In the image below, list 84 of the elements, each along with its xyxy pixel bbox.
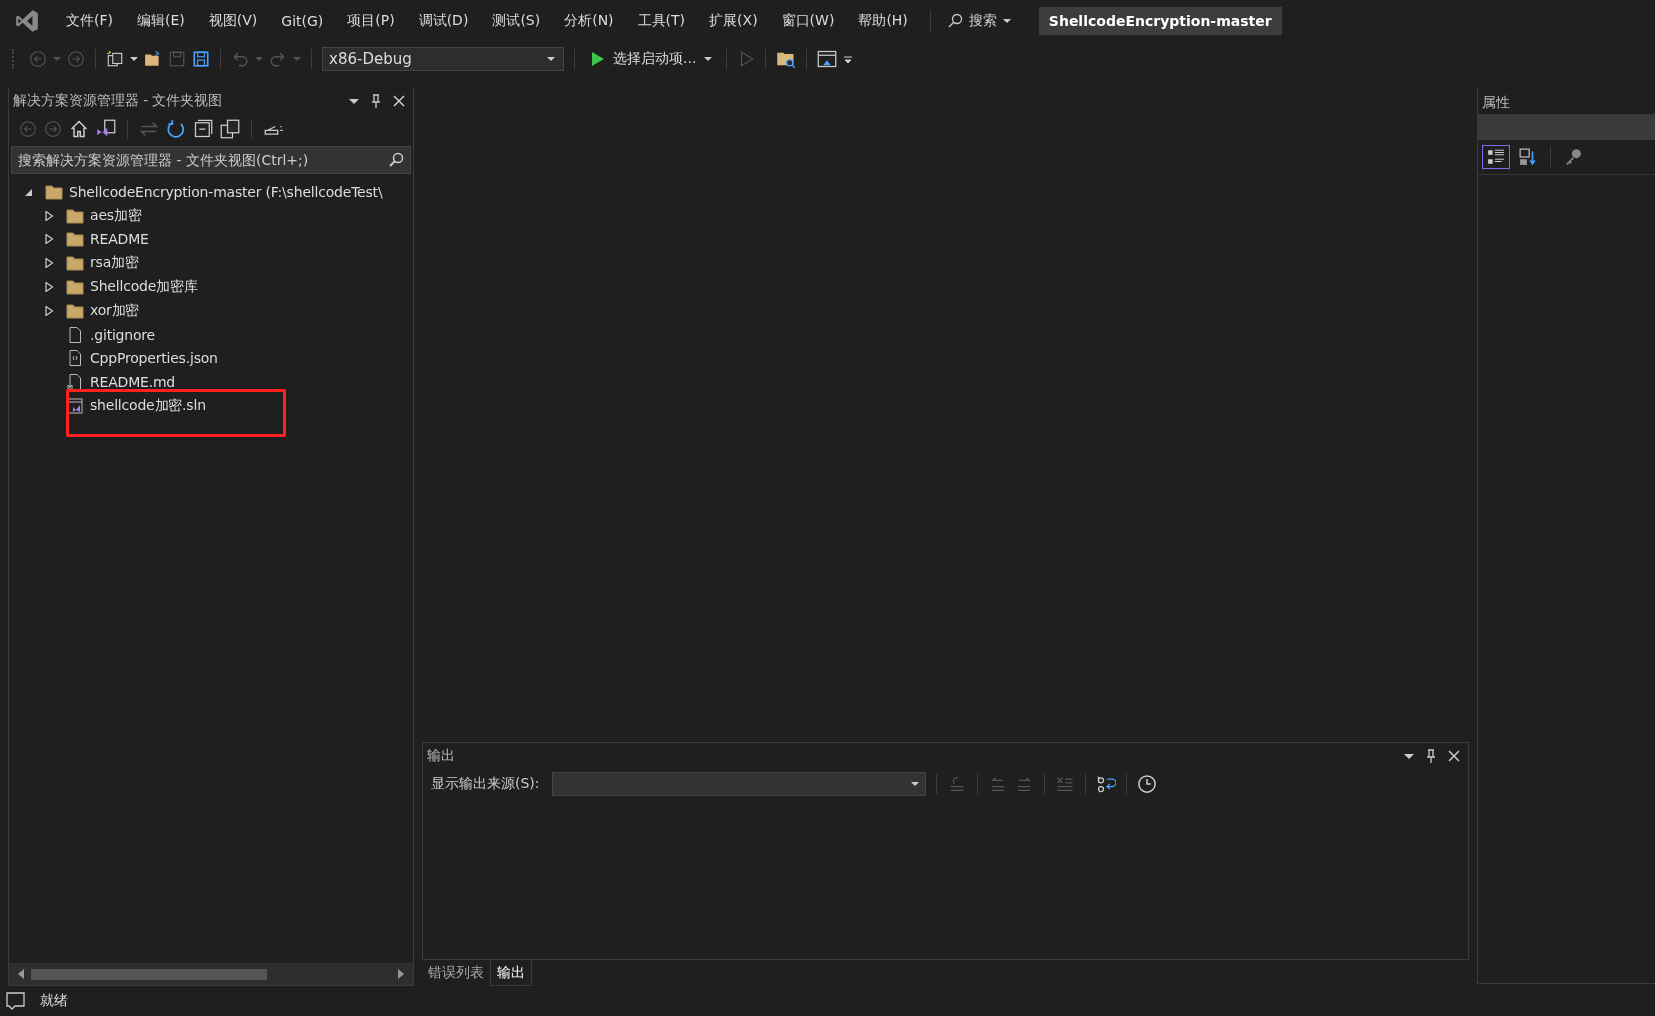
clock-icon[interactable] xyxy=(1136,774,1157,794)
folder-icon xyxy=(66,302,84,319)
tree-item[interactable]: README.md xyxy=(90,374,176,391)
start-button[interactable]: 选择启动项... xyxy=(585,50,717,68)
tree-item[interactable]: Shellcode加密库 xyxy=(90,278,198,297)
menu-item[interactable]: 项目(P) xyxy=(335,12,407,30)
window-layout-icon[interactable] xyxy=(817,49,838,69)
save-all-icon[interactable] xyxy=(192,50,210,68)
menu-item[interactable]: 文件(F) xyxy=(54,12,125,30)
collapsed-arrow-icon[interactable] xyxy=(44,234,54,245)
scroll-right-icon[interactable] xyxy=(397,969,405,979)
menu-item[interactable]: 分析(N) xyxy=(552,12,626,30)
scroll-left-icon[interactable] xyxy=(17,969,25,979)
sort-icon xyxy=(1519,148,1537,166)
menu-item[interactable]: 编辑(E) xyxy=(125,12,197,30)
categorized-button[interactable] xyxy=(1482,145,1510,169)
search-icon xyxy=(946,13,963,29)
pin-icon[interactable] xyxy=(371,94,381,108)
folder-icon xyxy=(45,183,63,200)
collapsed-arrow-icon[interactable] xyxy=(44,210,54,221)
solution-file-icon xyxy=(66,398,84,415)
caret-icon xyxy=(547,55,555,63)
configuration-dropdown[interactable]: x86-Debug xyxy=(322,47,564,71)
panel-tab[interactable]: 输出 xyxy=(490,960,532,986)
play-icon xyxy=(589,51,605,67)
menu-item[interactable]: Git(G) xyxy=(269,13,336,29)
output-source-label: 显示输出来源(S): xyxy=(431,775,540,793)
tree-item[interactable]: xor加密 xyxy=(90,301,140,320)
word-wrap-icon[interactable] xyxy=(1095,774,1116,794)
menu-item[interactable]: 视图(V) xyxy=(196,12,270,30)
pin-icon[interactable] xyxy=(1426,749,1436,763)
tree-item[interactable]: .gitignore xyxy=(90,326,155,343)
notification-icon[interactable] xyxy=(6,991,26,1011)
close-icon[interactable] xyxy=(393,95,405,107)
refresh-icon[interactable] xyxy=(166,119,186,139)
file-icon xyxy=(66,326,84,343)
categorized-list-icon xyxy=(1487,148,1505,166)
search-button[interactable]: 搜索 xyxy=(940,12,1017,30)
menu-item[interactable]: 窗口(W) xyxy=(769,12,847,30)
markdown-file-icon xyxy=(66,374,84,391)
app-logo-icon xyxy=(14,8,40,34)
status-text: 就绪 xyxy=(40,992,68,1010)
horizontal-scrollbar[interactable] xyxy=(9,963,413,985)
folder-icon xyxy=(66,231,84,248)
overflow-icon[interactable] xyxy=(843,54,854,64)
panel-title: 输出 xyxy=(427,747,456,765)
menu-item[interactable]: 扩展(X) xyxy=(697,12,770,30)
switch-views-icon[interactable] xyxy=(96,119,116,139)
caret-icon xyxy=(1002,17,1011,25)
open-folder-icon[interactable] xyxy=(144,50,162,68)
tree-item[interactable]: rsa加密 xyxy=(90,254,139,273)
menu-item[interactable]: 工具(T) xyxy=(625,12,698,30)
folder-icon xyxy=(66,207,84,224)
menu-item[interactable]: 测试(S) xyxy=(480,12,553,30)
collapse-all-icon[interactable] xyxy=(193,119,213,139)
collapsed-arrow-icon[interactable] xyxy=(44,282,54,293)
search-field[interactable]: 搜索解决方案资源管理器 - 文件夹视图(Ctrl+;) xyxy=(11,146,411,174)
tree-item[interactable]: shellcode加密.sln xyxy=(90,397,206,416)
caret-icon xyxy=(704,55,713,63)
key-icon xyxy=(1564,148,1582,166)
close-icon[interactable] xyxy=(1448,750,1460,762)
menu-item[interactable]: 调试(D) xyxy=(406,12,481,30)
folder-icon xyxy=(66,279,84,296)
solution-title: ShellcodeEncryption-master xyxy=(1038,7,1282,35)
copy-icon[interactable] xyxy=(220,119,240,139)
caret-icon[interactable] xyxy=(130,55,138,63)
search-icon xyxy=(388,152,404,168)
tree-item[interactable]: ShellcodeEncryption-master (F:\shellcodeTest\ xyxy=(69,183,383,200)
collapsed-arrow-icon[interactable] xyxy=(44,305,54,316)
menu-item[interactable]: 帮助(H) xyxy=(846,12,920,30)
tree-item[interactable]: aes加密 xyxy=(90,206,142,225)
panel-title: 属性 xyxy=(1481,93,1511,112)
json-file-icon xyxy=(66,350,84,367)
folder-icon xyxy=(66,255,84,272)
dropdown-icon[interactable] xyxy=(349,96,359,106)
collapsed-arrow-icon[interactable] xyxy=(44,258,54,269)
new-item-icon[interactable] xyxy=(106,50,124,68)
panel-title: 解决方案资源管理器 - 文件夹视图 xyxy=(13,92,224,110)
tree-item[interactable]: CppProperties.json xyxy=(90,350,218,367)
dropdown-icon[interactable] xyxy=(1404,751,1414,761)
tree-item[interactable]: README xyxy=(90,231,149,248)
caret-icon xyxy=(910,780,919,788)
home-icon[interactable] xyxy=(69,119,89,139)
panel-tab[interactable]: 错误列表 xyxy=(422,960,490,986)
